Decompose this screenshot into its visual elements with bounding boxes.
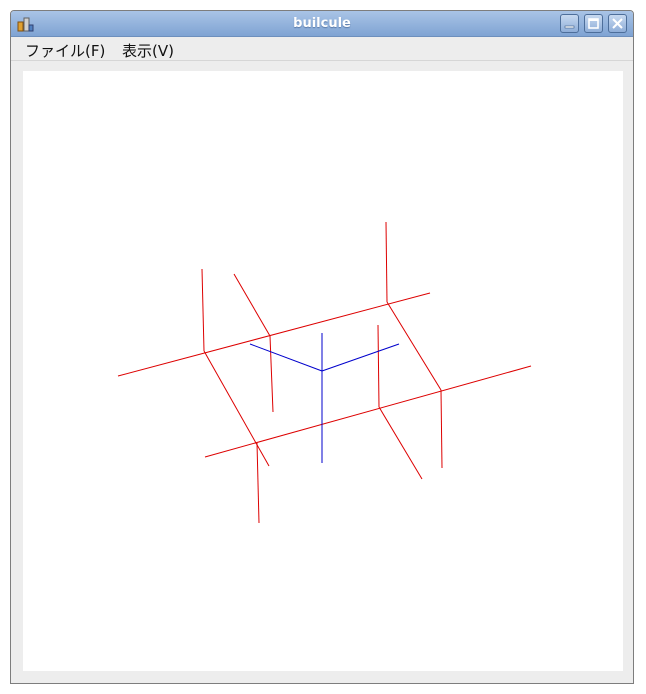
minimize-icon: [564, 25, 575, 29]
bond-line: [203, 350, 270, 467]
close-button[interactable]: [608, 14, 627, 33]
bond-line: [386, 301, 442, 391]
maximize-button[interactable]: [584, 14, 603, 33]
molecule-canvas[interactable]: [23, 71, 623, 671]
titlebar[interactable]: builcule: [11, 11, 633, 37]
maximize-icon: [588, 18, 599, 29]
axis-line: [249, 343, 323, 372]
app-window: builcule ファイル(F) 表示(V): [10, 10, 634, 684]
bond-line: [440, 389, 443, 469]
bond-line: [385, 221, 388, 303]
minimize-button[interactable]: [560, 14, 579, 33]
bond-line: [233, 273, 271, 337]
window-title: builcule: [293, 16, 351, 31]
menu-file[interactable]: ファイル(F): [25, 40, 105, 61]
menu-view[interactable]: 表示(V): [122, 40, 174, 61]
menubar: ファイル(F) 表示(V): [11, 37, 633, 61]
bond-line: [378, 406, 423, 480]
bond-lines: [117, 221, 532, 524]
molecule-graphic: [117, 221, 532, 524]
bond-line: [201, 268, 205, 352]
bond-line: [256, 442, 260, 524]
bond-line: [269, 335, 274, 413]
close-icon: [612, 18, 623, 29]
bond-line: [377, 324, 380, 408]
bond-line: [204, 365, 532, 458]
axis-line: [321, 343, 400, 372]
bond-line: [117, 292, 431, 377]
